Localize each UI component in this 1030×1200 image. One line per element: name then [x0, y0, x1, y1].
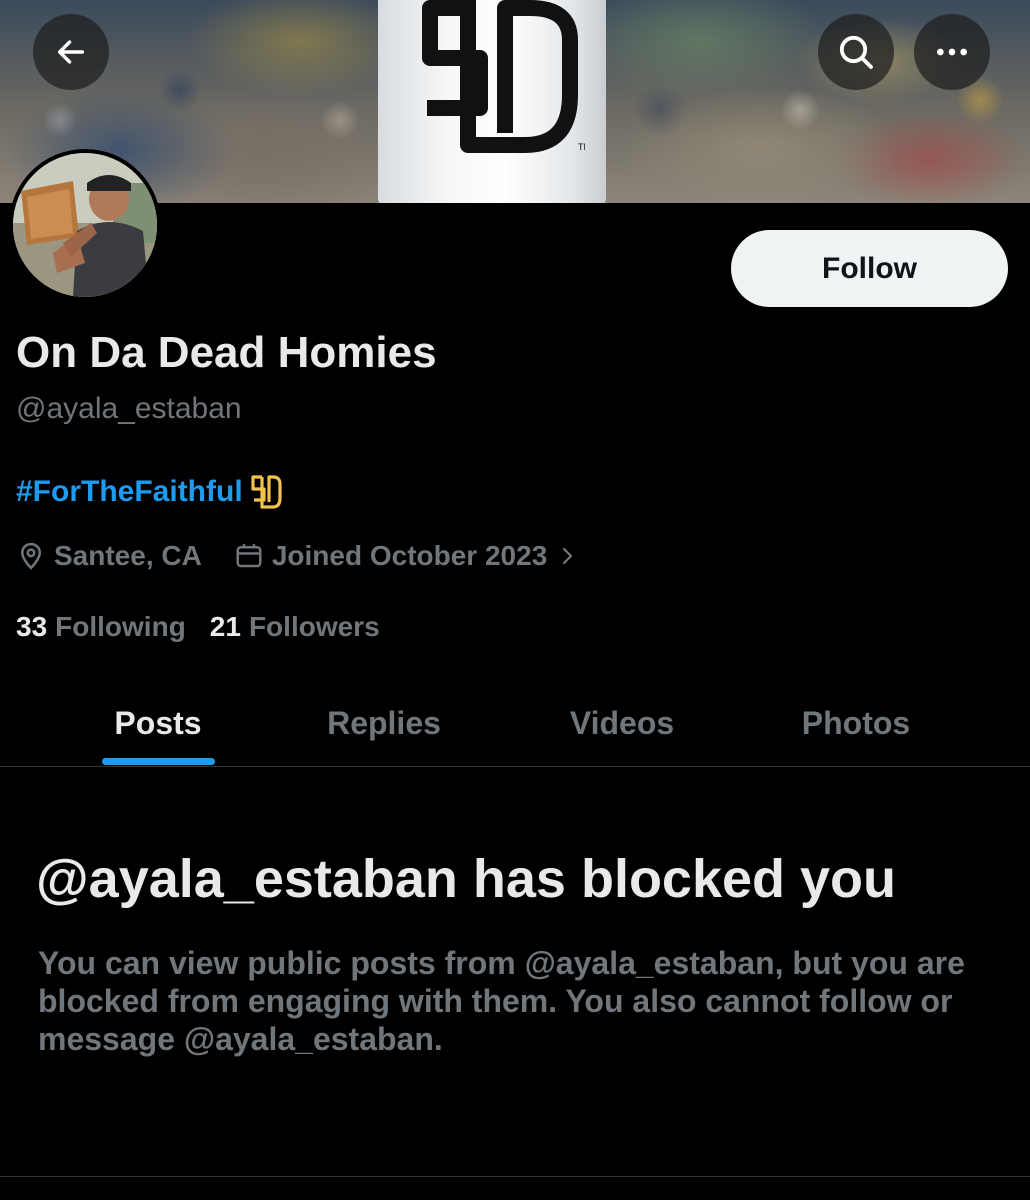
location: Santee, CA	[16, 540, 202, 572]
joined-text: Joined October 2023	[271, 540, 548, 571]
more-button[interactable]	[914, 14, 990, 90]
padres-logo-icon	[251, 475, 282, 509]
active-tab-indicator	[102, 758, 215, 765]
sd-logo-icon: TM	[422, 0, 585, 153]
avatar-image	[13, 153, 157, 297]
tab-posts[interactable]: Posts	[60, 680, 256, 766]
avatar[interactable]	[9, 149, 161, 301]
bio: #ForTheFaithful	[16, 474, 283, 510]
tab-replies[interactable]: Replies	[284, 680, 484, 766]
location-pin-icon	[20, 542, 42, 570]
following-count: 33	[16, 611, 48, 642]
bio-hashtag-link[interactable]: #ForTheFaithful	[16, 475, 243, 509]
profile-handle: @ayala_estaban	[16, 392, 242, 425]
following-link[interactable]: 33 Following	[16, 611, 186, 643]
followers-link[interactable]: 21 Followers	[210, 611, 380, 643]
search-button[interactable]	[818, 14, 894, 90]
profile-meta: Santee, CA Joined October 2023	[16, 536, 579, 576]
divider	[0, 1176, 1030, 1177]
followers-label: Followers	[248, 611, 380, 642]
follow-button[interactable]: Follow	[731, 230, 1008, 307]
back-button[interactable]	[33, 14, 109, 90]
tab-videos[interactable]: Videos	[522, 680, 722, 766]
display-name: On Da Dead Homies	[16, 328, 437, 377]
search-icon	[839, 35, 873, 69]
follow-stats: 33 Following 21 Followers	[16, 607, 380, 647]
arrow-left-icon	[57, 40, 85, 64]
blocked-message: You can view public posts from @ayala_es…	[38, 945, 965, 1057]
more-horizontal-icon	[937, 48, 967, 56]
followers-count: 21	[209, 611, 241, 642]
profile-page: TM	[0, 0, 1030, 1200]
location-text: Santee, CA	[54, 540, 202, 571]
joined-date[interactable]: Joined October 2023	[234, 540, 579, 572]
profile-tabs: Posts Replies Videos Photos	[0, 680, 1030, 767]
svg-text:TM: TM	[578, 142, 585, 152]
chevron-right-icon	[563, 547, 573, 565]
tab-photos[interactable]: Photos	[756, 680, 956, 766]
following-label: Following	[55, 611, 186, 642]
calendar-icon	[236, 544, 262, 568]
avatar-photo	[13, 153, 157, 297]
blocked-title: @ayala_estaban has blocked you	[36, 849, 897, 909]
